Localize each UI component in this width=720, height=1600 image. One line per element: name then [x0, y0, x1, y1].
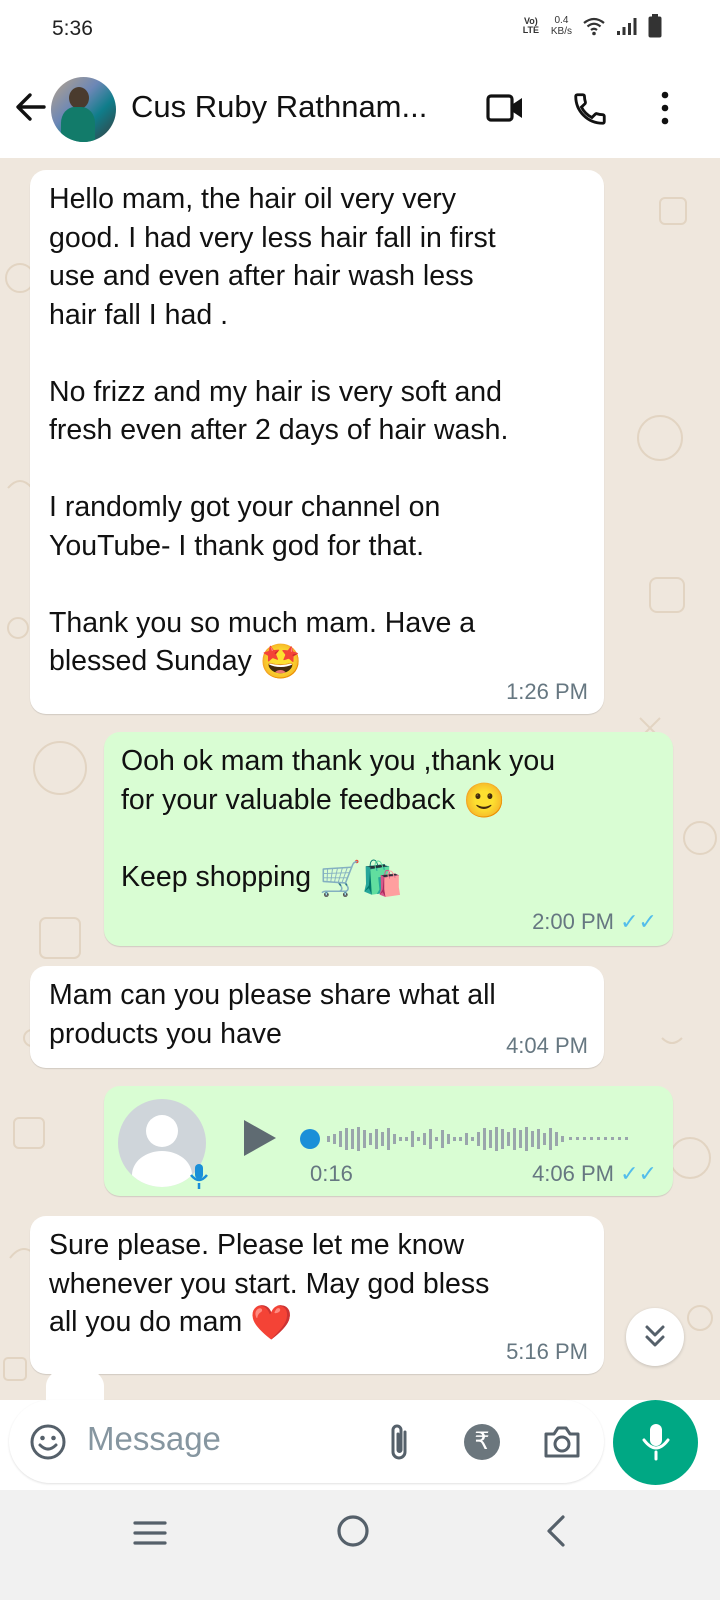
message-bubble-incoming[interactable]: Hello mam, the hair oil very very good. …: [30, 170, 604, 714]
wifi-icon: [583, 17, 605, 36]
message-input-bar: Message ₹: [9, 1400, 604, 1483]
network-speed-unit: KB/s: [550, 26, 572, 37]
contact-avatar[interactable]: [51, 77, 116, 142]
rupee-payment-icon[interactable]: ₹: [464, 1424, 500, 1460]
voice-message-bubble[interactable]: 0:16 4:06 PM ✓✓: [104, 1086, 673, 1196]
red-heart-emoji: ❤️: [250, 1304, 293, 1343]
phone-call-icon[interactable]: [571, 90, 609, 128]
message-time: 4:04 PM: [506, 1033, 588, 1058]
back-nav-icon[interactable]: [544, 1514, 568, 1548]
play-icon[interactable]: [242, 1118, 278, 1158]
battery-icon: [648, 14, 662, 38]
status-icons: Vo) LTE 0.4 KB/s: [521, 14, 662, 38]
voice-record-button[interactable]: [613, 1400, 698, 1485]
read-ticks-icon: ✓✓: [620, 1161, 657, 1186]
microphone-icon: [190, 1164, 208, 1189]
network-speed-value: 0.4: [554, 15, 569, 26]
message-time: 5:16 PM: [506, 1339, 588, 1364]
menu-nav-icon[interactable]: [132, 1518, 168, 1548]
read-ticks-icon: ✓✓: [620, 909, 657, 934]
status-time: 5:36: [52, 17, 93, 40]
message-text: Ooh ok mam thank you ,thank you for your…: [121, 745, 556, 898]
message-bubble-outgoing[interactable]: Ooh ok mam thank you ,thank you for your…: [104, 732, 673, 946]
emoji-icon[interactable]: [29, 1423, 67, 1461]
chat-header: Cus Ruby Rathnam...: [0, 62, 720, 158]
scroll-down-icon: [645, 1325, 665, 1347]
chat-area[interactable]: Hello mam, the hair oil very very good. …: [0, 158, 720, 1400]
message-bubble-incoming[interactable]: Mam can you please share what all produc…: [30, 966, 604, 1068]
volte-indicator: Vo) LTE: [522, 16, 540, 35]
system-navigation-bar: [0, 1490, 720, 1600]
message-text: Hello mam, the hair oil very very good. …: [49, 183, 509, 682]
next-message-preview: [46, 1366, 104, 1400]
home-nav-icon[interactable]: [336, 1514, 370, 1548]
signal-icon: [617, 18, 637, 35]
attachment-icon[interactable]: [385, 1422, 415, 1464]
back-arrow-icon[interactable]: [14, 87, 48, 127]
camera-icon[interactable]: [542, 1424, 582, 1460]
message-time: 1:26 PM: [506, 679, 588, 704]
more-options-icon[interactable]: [658, 90, 672, 126]
message-bubble-incoming[interactable]: Sure please. Please let me know whenever…: [30, 1216, 604, 1374]
message-text: Sure please. Please let me know whenever…: [49, 1229, 490, 1343]
voice-waveform[interactable]: [299, 1124, 659, 1154]
message-time: 4:06 PM ✓✓: [532, 1161, 657, 1186]
voice-duration: 0:16: [310, 1161, 353, 1186]
smiling-face-emoji: 🙂: [463, 781, 506, 820]
video-call-icon[interactable]: [486, 92, 524, 124]
status-bar: 5:36 Vo) LTE 0.4 KB/s: [0, 0, 720, 62]
microphone-icon: [642, 1424, 670, 1461]
voice-progress-handle: [300, 1129, 320, 1149]
star-struck-emoji: 🤩: [259, 643, 303, 682]
message-time: 2:00 PM ✓✓: [532, 909, 657, 934]
shopping-emoji: 🛒🛍️: [319, 859, 404, 898]
message-input[interactable]: Message: [87, 1420, 221, 1458]
contact-name[interactable]: Cus Ruby Rathnam...: [131, 89, 427, 125]
network-speed: 0.4 KB/s: [551, 15, 572, 37]
scroll-down-button[interactable]: [626, 1308, 684, 1366]
